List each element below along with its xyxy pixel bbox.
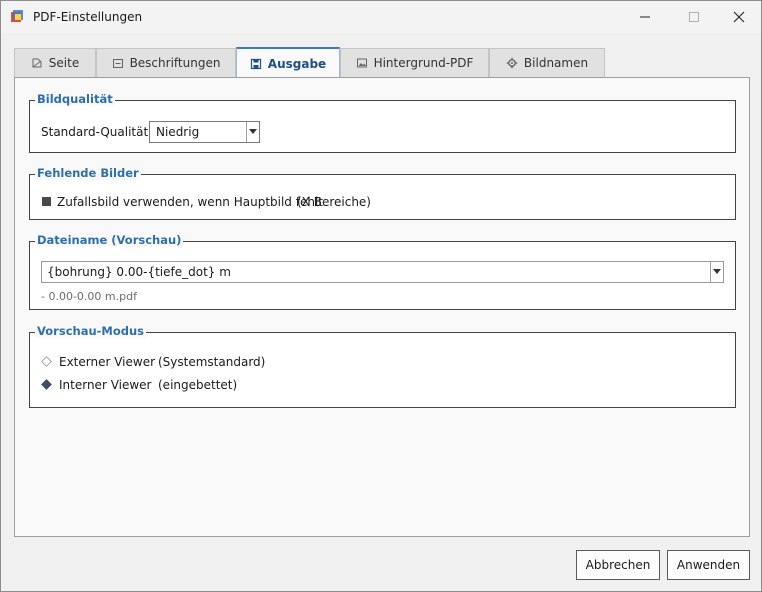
title-bar: PDF-Einstellungen: [1, 1, 761, 33]
dialog-window: PDF-Einstellungen Seite Beschriftungen A…: [0, 0, 762, 592]
tab-panel-ausgabe: Bildqualität Standard-Qualität: Niedrig …: [14, 77, 750, 537]
tab-label: Beschriftungen: [129, 56, 221, 70]
group-dateiname: Dateiname (Vorschau) {bohrung} 0.00-{tie…: [29, 233, 736, 310]
image-icon: [356, 58, 367, 68]
external-viewer-hint: (Systemstandard): [158, 355, 266, 369]
tab-hintergrund-pdf[interactable]: Hintergrund-PDF: [340, 48, 489, 77]
random-image-label: Zufallsbild verwenden, wenn Hauptbild fe…: [57, 195, 323, 209]
save-icon: [250, 58, 261, 69]
external-viewer-radio[interactable]: [41, 356, 52, 367]
filename-pattern-combobox[interactable]: {bohrung} 0.00-{tiefe_dot} m: [41, 261, 724, 283]
quality-label: Standard-Qualität:: [41, 125, 153, 139]
quality-select-value: Niedrig: [156, 125, 200, 139]
group-vorschau-modus: Vorschau-Modus Externer Viewer (Systemst…: [29, 324, 736, 408]
chevron-down-icon[interactable]: [710, 262, 723, 282]
external-viewer-label: Externer Viewer: [59, 355, 156, 369]
tab-ausgabe[interactable]: Ausgabe: [236, 47, 340, 78]
window-title: PDF-Einstellungen: [33, 10, 143, 24]
group-title: Vorschau-Modus: [35, 324, 147, 338]
minimize-icon[interactable]: [637, 9, 653, 25]
tab-beschriftungen[interactable]: Beschriftungen: [96, 48, 236, 77]
label-icon: [112, 59, 123, 68]
tab-label: Seite: [48, 56, 80, 70]
group-bildqualitaet: Bildqualität Standard-Qualität: Niedrig: [29, 92, 736, 153]
cancel-button[interactable]: Abbrechen: [576, 550, 660, 580]
group-fehlende-bilder: Fehlende Bilder Zufallsbild verwenden, w…: [29, 166, 736, 220]
tab-seite[interactable]: Seite: [14, 48, 96, 77]
tab-label: Hintergrund-PDF: [373, 56, 474, 70]
tab-label: Bildnamen: [523, 56, 589, 70]
random-image-checkbox[interactable]: [42, 197, 51, 206]
apply-button[interactable]: Anwenden: [667, 550, 750, 580]
internal-viewer-label: Interner Viewer: [59, 378, 152, 392]
page-icon: [32, 58, 42, 68]
chevron-down-icon[interactable]: [246, 122, 259, 142]
tab-bildnamen[interactable]: Bildnamen: [489, 48, 605, 77]
group-title: Fehlende Bilder: [35, 166, 141, 180]
group-title: Dateiname (Vorschau): [35, 233, 184, 247]
app-icon: [11, 10, 23, 22]
close-icon[interactable]: [731, 9, 747, 25]
internal-viewer-hint: (eingebettet): [158, 378, 238, 392]
internal-viewer-radio[interactable]: [41, 379, 52, 390]
group-title: Bildqualität: [35, 92, 115, 106]
tab-label: Ausgabe: [267, 56, 327, 71]
filename-preview: - 0.00-0.00 m.pdf: [41, 290, 137, 303]
quality-select[interactable]: Niedrig: [149, 121, 260, 143]
random-image-hint: (X Bereiche): [297, 195, 371, 209]
maximize-icon[interactable]: [686, 9, 702, 25]
filename-pattern-value: {bohrung} 0.00-{tiefe_dot} m: [47, 265, 231, 279]
gear-icon: [506, 57, 518, 69]
